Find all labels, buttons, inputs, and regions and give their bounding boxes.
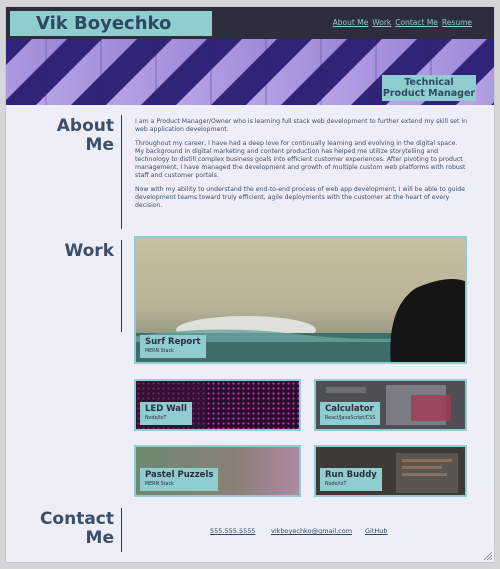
hero-title: Technical Product Manager: [382, 75, 476, 101]
work-divider: [121, 240, 122, 332]
project-card-run-buddy[interactable]: Run Buddy Node/IoT: [314, 445, 467, 497]
nav-link-about[interactable]: About Me: [333, 18, 369, 27]
about-heading-line1: About: [56, 116, 114, 136]
contact-heading-line1: Contact: [39, 509, 114, 529]
project-title: LED Wall: [145, 404, 187, 414]
top-bar: Vik Boyechko About Me Work Contact Me Re…: [6, 7, 494, 39]
contact-divider: [121, 508, 122, 552]
project-title: Pastel Puzzels: [145, 470, 214, 480]
project-label: Calculator React/JavaScript/CSS: [320, 402, 381, 425]
contact-heading-line2: Me: [85, 528, 114, 548]
project-label: LED Wall Node/IoT: [140, 402, 192, 425]
project-title: Calculator: [325, 404, 374, 414]
portfolio-page: Vik Boyechko About Me Work Contact Me Re…: [5, 6, 495, 563]
site-name: Vik Boyechko: [36, 13, 172, 34]
project-label: Pastel Puzzels MERN Stack: [140, 468, 219, 491]
project-stack: Node/IoT: [145, 416, 167, 421]
work-heading: Work: [64, 241, 114, 261]
about-paragraph: Throughout my career, I have had a deep …: [135, 140, 466, 179]
phone-link[interactable]: 555.555.5555: [210, 527, 256, 535]
project-card-pastel-puzzels[interactable]: Pastel Puzzels MERN Stack: [134, 445, 301, 497]
project-stack: MERN Stack: [145, 349, 174, 354]
project-card-calculator[interactable]: Calculator React/JavaScript/CSS: [314, 379, 467, 431]
about-heading-line2: Me: [85, 135, 114, 155]
project-card-surf-report[interactable]: Surf Report MERN Stack: [134, 236, 467, 364]
project-label: Run Buddy Node/IoT: [320, 468, 382, 491]
about-paragraph: Now with my ability to understand the en…: [135, 186, 466, 209]
project-stack: React/JavaScript/CSS: [325, 416, 376, 421]
resize-grip-icon[interactable]: [483, 551, 492, 560]
project-title: Surf Report: [145, 337, 201, 347]
about-heading: About Me: [46, 117, 114, 155]
about-text: I am a Product Manager/Owner who is lear…: [135, 118, 467, 216]
hero-banner: Technical Product Manager: [6, 39, 494, 105]
main-nav: About Me Work Contact Me Resume: [333, 18, 472, 27]
project-label: Surf Report MERN Stack: [140, 335, 206, 358]
github-link[interactable]: GitHub: [365, 527, 388, 535]
contact-heading: Contact Me: [36, 510, 114, 548]
about-divider: [121, 115, 122, 229]
nav-link-work[interactable]: Work: [372, 18, 391, 27]
email-link[interactable]: vikboyechko@gmail.com: [271, 527, 352, 535]
project-card-led-wall[interactable]: LED Wall Node/IoT: [134, 379, 301, 431]
site-name-box: Vik Boyechko: [10, 11, 212, 36]
nav-link-contact[interactable]: Contact Me: [395, 18, 438, 27]
project-stack: Node/IoT: [325, 482, 347, 487]
nav-link-resume[interactable]: Resume: [442, 18, 472, 27]
project-title: Run Buddy: [325, 470, 377, 480]
project-stack: MERN Stack: [145, 482, 174, 487]
about-paragraph: I am a Product Manager/Owner who is lear…: [135, 118, 468, 133]
